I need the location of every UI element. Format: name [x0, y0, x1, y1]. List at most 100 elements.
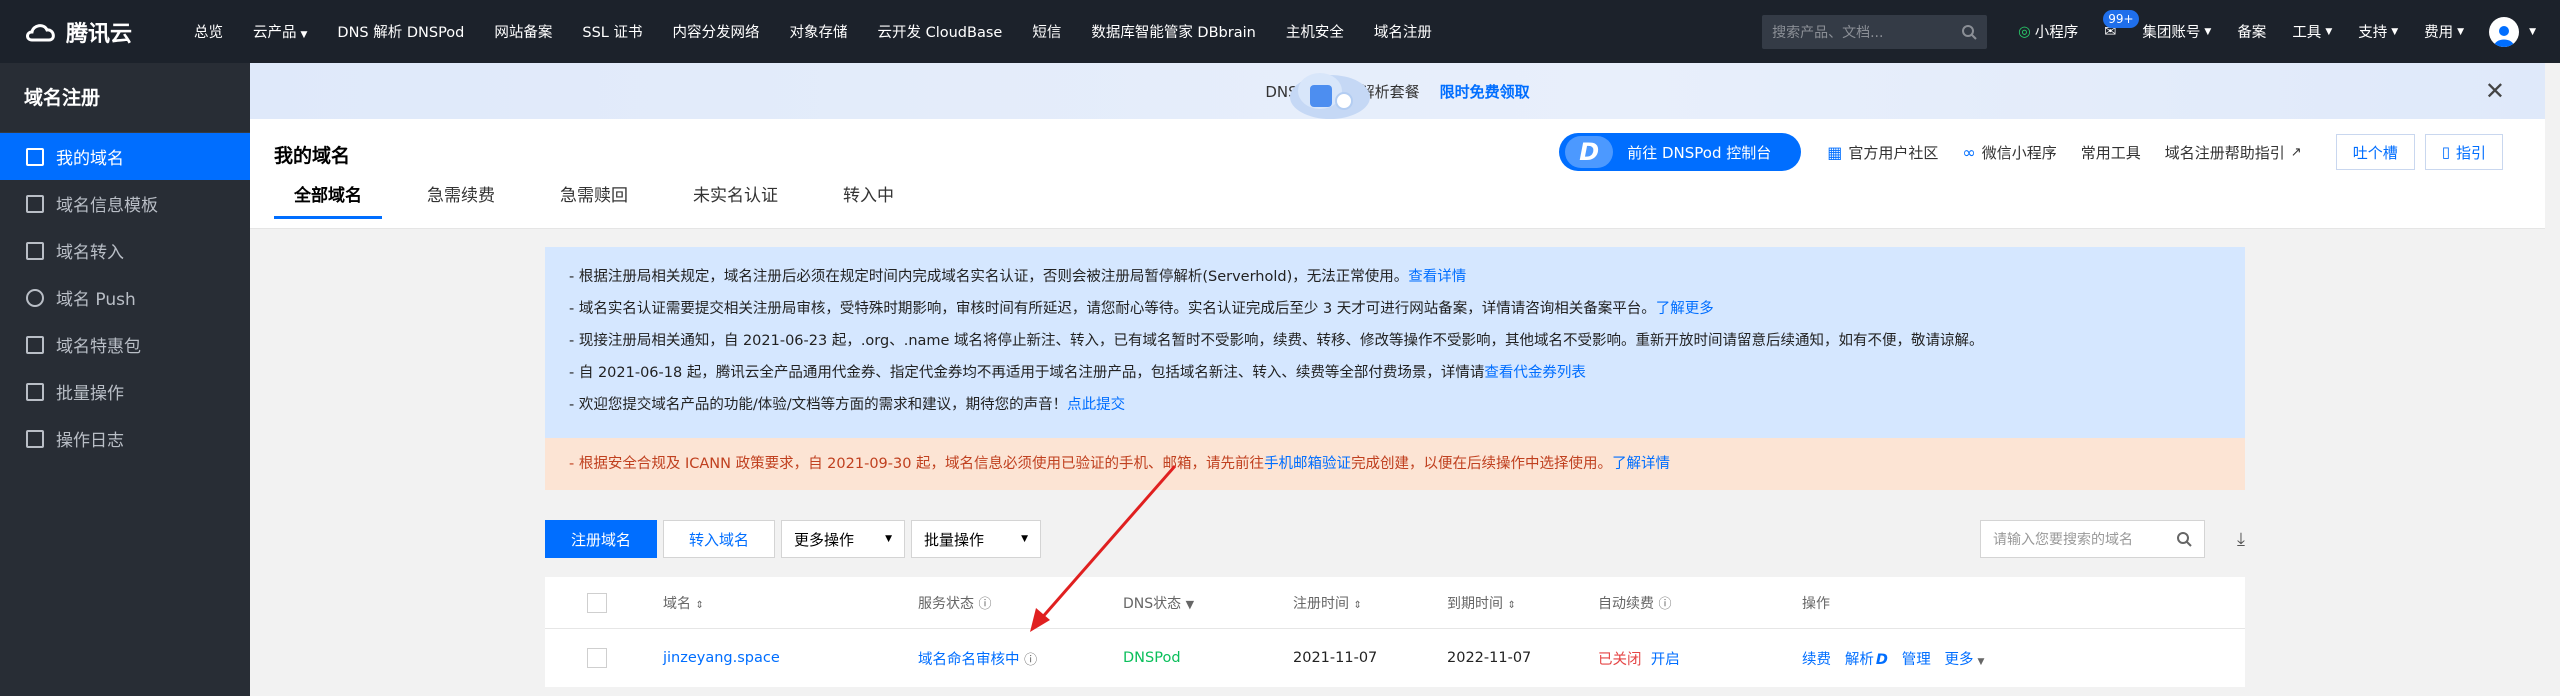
notice-link[interactable]: 点此提交 — [1067, 397, 1125, 413]
manage-link[interactable]: 管理 — [1902, 652, 1931, 668]
download-icon[interactable]: ⤓ — [2237, 529, 2245, 550]
promo-banner[interactable]: DNSPod 全新解析套餐 限时免费领取 ✕ — [250, 63, 2545, 119]
tab-all-domains[interactable]: 全部域名 — [274, 181, 382, 219]
push-icon — [26, 288, 44, 307]
col-auto-renew: 自动续费 ⓘ — [1598, 593, 1671, 613]
chevron-down-icon: ▼ — [300, 30, 308, 40]
sidebar-item-label: 域名 Push — [56, 290, 136, 310]
register-domain-button[interactable]: 注册域名 — [545, 520, 657, 558]
auto-renew-enable-link[interactable]: 开启 — [1651, 652, 1680, 668]
dns-status: DNSPod — [1123, 650, 1181, 666]
domain-name-link[interactable]: jinzeyang.space — [663, 650, 780, 666]
nav-cos[interactable]: 对象存储 — [774, 21, 862, 42]
notice-text: - 自 2021-06-18 起，腾讯云全产品通用代金券、指定代金券均不再适用于… — [569, 365, 1485, 381]
verify-contact-link[interactable]: 手机邮箱验证 — [1264, 456, 1351, 472]
chevron-down-icon: ▼ — [2325, 26, 2333, 37]
chevron-down-icon: ▼ — [2204, 26, 2212, 37]
more-ops-select[interactable]: 更多操作 ▼ — [781, 520, 905, 558]
nav-beian[interactable]: 网站备案 — [479, 21, 567, 42]
col-status: 服务状态 ⓘ — [918, 593, 991, 613]
group-account-menu[interactable]: 集团账号 ▼ — [2129, 21, 2224, 42]
sidebar-item-deals[interactable]: 域名特惠包 — [0, 321, 250, 368]
wechat-mini-link[interactable]: ∞ 微信小程序 — [1962, 142, 2056, 163]
close-icon[interactable]: ✕ — [2485, 77, 2505, 105]
transfer-in-button[interactable]: 转入域名 — [663, 520, 775, 558]
guide-button[interactable]: ▯ 指引 — [2424, 134, 2503, 170]
notice-warning: - 根据安全合规及 ICANN 政策要求，自 2021-09-30 起，域名信息… — [545, 438, 2245, 490]
sidebar-item-my-domains[interactable]: 我的域名 — [0, 133, 250, 180]
nav-cloudbase[interactable]: 云开发 CloudBase — [862, 21, 1017, 42]
nav-host-security[interactable]: 主机安全 — [1271, 21, 1359, 42]
notice-link[interactable]: 查看详情 — [1408, 269, 1466, 285]
mail-button[interactable]: ✉ 99+ — [2091, 9, 2139, 40]
tencent-cloud-logo[interactable]: 腾讯云 — [24, 16, 179, 48]
support-menu[interactable]: 支持 ▼ — [2345, 21, 2411, 42]
info-icon[interactable]: ⓘ — [1658, 597, 1671, 612]
domain-search-placeholder: 请输入您要搜索的域名 — [1993, 532, 2133, 548]
notice-link[interactable]: 了解更多 — [1656, 301, 1714, 317]
tab-urgent-redeem[interactable]: 急需赎回 — [540, 181, 648, 219]
select-all-checkbox[interactable] — [587, 593, 607, 613]
notice-line: - 自 2021-06-18 起，腾讯云全产品通用代金券、指定代金券均不再适用于… — [569, 357, 2221, 389]
common-tools-link[interactable]: 常用工具 — [2081, 142, 2141, 163]
header-actions: D 前往 DNSPod 控制台 ▦ 官方用户社区 ∞ 微信小程序 常用工具 域名注册… — [1559, 133, 2503, 171]
tab-transferring[interactable]: 转入中 — [823, 181, 914, 219]
domain-search-input[interactable]: 请输入您要搜索的域名 — [1980, 520, 2205, 558]
external-link-icon: ↗ — [2290, 144, 2302, 160]
renew-link[interactable]: 续费 — [1802, 652, 1831, 668]
sidebar-item-transfer-in[interactable]: 域名转入 — [0, 227, 250, 274]
nav-overview[interactable]: 总览 — [179, 21, 238, 42]
more-actions-link[interactable]: 更多 — [1945, 652, 1974, 668]
nav-cdn[interactable]: 内容分发网络 — [657, 21, 774, 42]
nav-dbbrain[interactable]: 数据库智能管家 DBbrain — [1076, 21, 1271, 42]
tab-unverified[interactable]: 未实名认证 — [673, 181, 798, 219]
search-icon[interactable] — [2176, 531, 2192, 547]
beian-link[interactable]: 备案 — [2224, 21, 2279, 42]
nav-cloud-products[interactable]: 云产品 ▼ — [238, 21, 322, 42]
filter-icon[interactable]: ▼ — [1186, 598, 1194, 611]
sidebar-item-batch[interactable]: 批量操作 — [0, 368, 250, 415]
col-expires[interactable]: 到期时间 ⇕ — [1447, 593, 1516, 613]
tools-menu[interactable]: 工具 ▼ — [2279, 21, 2345, 42]
status-link[interactable]: 域名命名审核中 — [918, 652, 1020, 668]
nav-domain-register[interactable]: 域名注册 — [1359, 21, 1447, 42]
transfer-icon — [26, 241, 44, 260]
nav-sms[interactable]: 短信 — [1017, 21, 1076, 42]
tools-label: 工具 — [2292, 25, 2322, 41]
dnspod-console-button[interactable]: D 前往 DNSPod 控制台 — [1559, 133, 1802, 171]
tab-urgent-renew[interactable]: 急需续费 — [407, 181, 515, 219]
help-guide-link[interactable]: 域名注册帮助指引 ↗ — [2165, 142, 2302, 163]
sidebar-item-push[interactable]: 域名 Push — [0, 274, 250, 321]
chevron-down-icon[interactable]: ▼ — [2529, 27, 2536, 37]
search-icon[interactable] — [1961, 24, 1977, 40]
community-link[interactable]: ▦ 官方用户社区 — [1827, 142, 1938, 163]
global-search-placeholder: 搜索产品、文档... — [1772, 24, 1884, 41]
fees-menu[interactable]: 费用 ▼ — [2411, 21, 2477, 42]
row-checkbox[interactable] — [587, 648, 607, 668]
mini-program-link[interactable]: ◎ 小程序 — [2005, 21, 2091, 42]
notice-link[interactable]: 查看代金券列表 — [1484, 365, 1586, 381]
chevron-down-icon: ▼ — [1021, 534, 1028, 544]
auto-renew-off: 已关闭 — [1598, 651, 1642, 668]
col-registered[interactable]: 注册时间 ⇕ — [1293, 593, 1362, 613]
notice-line: - 根据注册局相关规定，域名注册后必须在规定时间内完成域名实名认证，否则会被注册… — [569, 261, 2221, 293]
resolve-link[interactable]: 解析 — [1845, 652, 1874, 668]
avatar[interactable] — [2489, 16, 2520, 47]
sidebar-item-templates[interactable]: 域名信息模板 — [0, 180, 250, 227]
info-icon[interactable]: ⓘ — [1024, 653, 1037, 668]
nav-dnspod[interactable]: DNS 解析 DNSPod — [322, 21, 479, 42]
global-search-input[interactable]: 搜索产品、文档... — [1762, 14, 1988, 49]
warning-text-1: - 根据安全合规及 ICANN 政策要求，自 2021-09-30 起，域名信息… — [569, 456, 1265, 472]
notice-text: - 现接注册局相关通知，自 2021-06-23 起，.org、.name 域名… — [569, 333, 1984, 349]
mini-program-icon: ◎ — [2018, 23, 2031, 40]
nav-ssl[interactable]: SSL 证书 — [567, 21, 657, 42]
table-header: 域名 ⇕ 服务状态 ⓘ DNS状态 ▼ 注册时间 ⇕ 到期时间 ⇕ 自动续费 ⓘ… — [545, 577, 2245, 629]
sidebar-item-logs[interactable]: 操作日志 — [0, 415, 250, 462]
col-domain[interactable]: 域名 ⇕ — [663, 593, 704, 613]
learn-details-link[interactable]: 了解详情 — [1612, 456, 1670, 472]
feedback-button[interactable]: 吐个槽 — [2335, 134, 2415, 170]
banner-highlight[interactable]: 限时免费领取 — [1440, 81, 1530, 102]
batch-ops-select[interactable]: 批量操作 ▼ — [911, 520, 1041, 558]
info-icon[interactable]: ⓘ — [978, 597, 991, 612]
sort-icon: ⇕ — [695, 599, 704, 611]
